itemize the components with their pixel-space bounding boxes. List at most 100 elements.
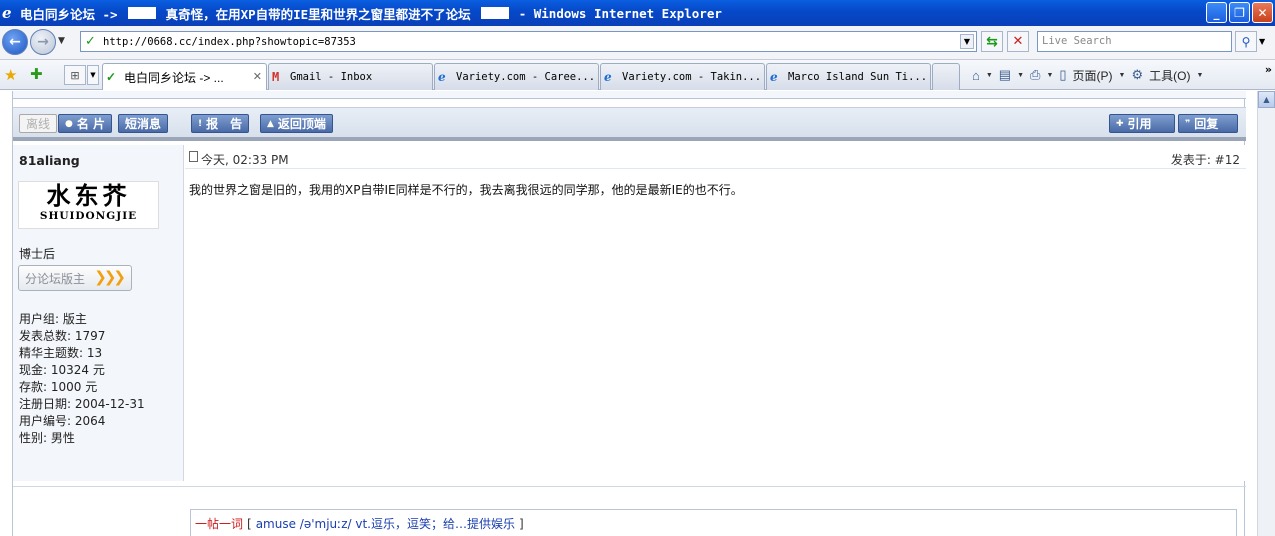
moderator-badge: 分论坛版主 ❯❯❯ bbox=[18, 265, 132, 291]
avatar-text-cn: 水东芥 bbox=[46, 181, 131, 210]
word-of-day-entry: amuse /ə'mjuːz/ vt.逗乐，逗笑；给…提供娱乐 bbox=[255, 517, 515, 531]
word-of-the-day: 一帖一词 [ amuse /ə'mjuːz/ vt.逗乐，逗笑；给…提供娱乐 ] bbox=[190, 509, 1237, 536]
bracket-open: [ bbox=[247, 516, 252, 531]
quote-mark-icon: ❞ bbox=[1185, 118, 1191, 129]
report-button[interactable]: ! 报 告 bbox=[191, 114, 250, 133]
quote-button[interactable]: ✚ 引用 bbox=[1109, 114, 1175, 133]
avatar-text-en: SHUIDONGJIE bbox=[39, 210, 138, 222]
favorites-star-icon[interactable]: ★ bbox=[4, 66, 17, 84]
scroll-up-button[interactable]: ▲ bbox=[1258, 91, 1275, 108]
stat-gender: 性别: 男性 bbox=[19, 431, 75, 445]
tab-label: Variety.com - Takin... bbox=[622, 71, 762, 83]
word-of-day-title: 一帖一词 bbox=[195, 517, 244, 531]
post-time: 今天, 02:33 PM bbox=[201, 153, 289, 167]
toolbar-overflow-button[interactable]: » bbox=[1265, 63, 1272, 76]
tab-variety-taking[interactable]: e Variety.com - Takin... bbox=[600, 63, 765, 90]
ie-icon: e bbox=[604, 70, 612, 84]
post-header: 今天, 02:33 PM 发表于: #12 bbox=[185, 145, 1246, 169]
search-button[interactable]: ⚲ bbox=[1235, 31, 1257, 52]
title-subject: 真奇怪，在用XP自带的IE里和世界之窗里都进不了论坛 bbox=[165, 6, 471, 22]
tab-close-icon[interactable]: ✕ bbox=[253, 70, 262, 83]
tab-forum[interactable]: ✓ 电白同乡论坛 -> ... ✕ bbox=[102, 63, 267, 90]
tab-list-dropdown[interactable]: ▼ bbox=[87, 65, 99, 85]
page-icon: ▯ bbox=[1059, 67, 1067, 82]
post-body: 我的世界之窗是旧的，我用的XP自带IE同样是不行的，我去离我很远的同学那，他的是… bbox=[189, 183, 743, 197]
tab-variety-careers[interactable]: e Variety.com - Caree... bbox=[434, 63, 599, 90]
back-button[interactable]: ← bbox=[2, 29, 28, 55]
arrow-up-icon: ▲ bbox=[267, 118, 274, 129]
home-dropdown[interactable]: ▼ bbox=[986, 72, 993, 79]
search-input[interactable]: Live Search bbox=[1037, 31, 1232, 52]
url-text[interactable]: http://0668.cc/index.php?showtopic=87353 bbox=[103, 36, 356, 48]
tab-label: Marco Island Sun Ti... bbox=[788, 71, 928, 83]
report-label: 报 告 bbox=[206, 117, 243, 131]
feeds-dropdown[interactable]: ▼ bbox=[1017, 72, 1024, 79]
refresh-icon: ⇆ bbox=[986, 33, 998, 50]
tab-gmail[interactable]: M Gmail - Inbox bbox=[268, 63, 433, 90]
back-to-top-button[interactable]: ▲ 返回顶端 bbox=[260, 114, 333, 133]
stop-icon: ✕ bbox=[1012, 34, 1024, 49]
quick-tabs-button[interactable]: ⊞ bbox=[64, 65, 86, 85]
reply-button[interactable]: ❞ 回复 bbox=[1178, 114, 1238, 133]
tools-dropdown[interactable]: ▼ bbox=[1196, 72, 1203, 79]
search-icon: ⚲ bbox=[1241, 34, 1251, 49]
author-rank: 博士后 bbox=[19, 247, 56, 261]
stat-deposit: 存款: 1000 元 bbox=[19, 380, 98, 394]
stat-register-date: 注册日期: 2004-12-31 bbox=[19, 397, 145, 411]
window-controls: _ ❐ ✕ bbox=[1206, 2, 1273, 23]
offline-status: 离线 bbox=[19, 114, 58, 133]
arrow-right-icon: → bbox=[37, 34, 49, 50]
card-button[interactable]: ● 名 片 bbox=[58, 114, 113, 133]
gear-icon: ⚙ bbox=[1131, 67, 1144, 82]
tab-marco-island[interactable]: e Marco Island Sun Ti... bbox=[766, 63, 931, 90]
forum-post: 离线 ● 名 片 短消息 ! 报 告 ▲ 返回顶端 ✚ 引用 ❞ 回复 81aliang … bbox=[12, 91, 1246, 536]
title-prefix: 电白同乡论坛 -> bbox=[20, 6, 118, 22]
previous-post-end bbox=[13, 91, 1246, 99]
maximize-button[interactable]: ❐ bbox=[1229, 2, 1250, 23]
home-icon[interactable]: ⌂ bbox=[972, 68, 980, 83]
post-floor-link[interactable]: 发表于: #12 bbox=[1171, 151, 1240, 168]
url-dropdown[interactable]: ▼ bbox=[960, 34, 974, 49]
minimize-button[interactable]: _ bbox=[1206, 2, 1227, 23]
page-menu[interactable]: 页面(P) bbox=[1073, 67, 1113, 84]
tools-menu[interactable]: 工具(O) bbox=[1149, 67, 1190, 84]
stat-user-group: 用户组: 版主 bbox=[19, 312, 87, 326]
tab-label: Gmail - Inbox bbox=[290, 71, 373, 83]
history-dropdown[interactable]: ▼ bbox=[58, 36, 65, 46]
title-redacted-box bbox=[480, 7, 509, 19]
forward-button[interactable]: → bbox=[30, 29, 56, 55]
ie-icon: e bbox=[438, 70, 446, 84]
stat-post-count: 发表总数: 1797 bbox=[19, 329, 106, 343]
author-panel: 81aliang 水东芥 SHUIDONGJIE 博士后 分论坛版主 ❯❯❯ 用… bbox=[13, 145, 184, 481]
new-tab-button[interactable] bbox=[932, 63, 960, 90]
plus-icon: ✚ bbox=[1116, 118, 1124, 129]
url-field[interactable]: ✓ http://0668.cc/index.php?showtopic=873… bbox=[80, 31, 977, 52]
post-main: 今天, 02:33 PM 发表于: #12 我的世界之窗是旧的，我用的XP自带I… bbox=[185, 145, 1246, 481]
print-dropdown[interactable]: ▼ bbox=[1046, 72, 1053, 79]
add-favorite-icon[interactable]: ✚ bbox=[30, 65, 43, 83]
tab-bar: ★ ✚ ⊞ ▼ ✓ 电白同乡论坛 -> ... ✕ M Gmail - Inbo… bbox=[0, 60, 1275, 90]
author-name[interactable]: 81aliang bbox=[19, 153, 80, 168]
search-options-dropdown[interactable]: ▼ bbox=[1259, 37, 1265, 46]
bracket-close: ] bbox=[518, 516, 524, 531]
exclamation-icon: ! bbox=[198, 118, 203, 129]
refresh-button[interactable]: ⇆ bbox=[981, 31, 1003, 52]
site-check-icon: ✓ bbox=[85, 33, 96, 49]
stat-user-id: 用户编号: 2064 bbox=[19, 414, 106, 428]
vertical-scrollbar[interactable]: ▲ bbox=[1257, 91, 1275, 536]
print-icon[interactable]: ⎙ bbox=[1030, 67, 1040, 83]
title-bar: e 电白同乡论坛 -> 真奇怪，在用XP自带的IE里和世界之窗里都进不了论坛 -… bbox=[0, 0, 1275, 26]
quote-label: 引用 bbox=[1127, 117, 1152, 131]
message-button[interactable]: 短消息 bbox=[118, 114, 169, 133]
tab-label: 电白同乡论坛 -> ... bbox=[124, 70, 224, 85]
page-dropdown[interactable]: ▼ bbox=[1119, 72, 1126, 79]
post-action-bar: 离线 ● 名 片 短消息 ! 报 告 ▲ 返回顶端 ✚ 引用 ❞ 回复 bbox=[13, 107, 1246, 141]
chevron-right-icon: ❯❯❯ bbox=[94, 268, 126, 286]
stop-button[interactable]: ✕ bbox=[1007, 31, 1029, 52]
close-button[interactable]: ✕ bbox=[1252, 2, 1273, 23]
message-label: 短消息 bbox=[125, 117, 162, 131]
triangle-up-icon: ▲ bbox=[1263, 95, 1270, 104]
arrow-left-icon: ← bbox=[9, 34, 21, 50]
feeds-icon[interactable]: ▤ bbox=[999, 67, 1011, 83]
gmail-icon: M bbox=[272, 70, 280, 84]
